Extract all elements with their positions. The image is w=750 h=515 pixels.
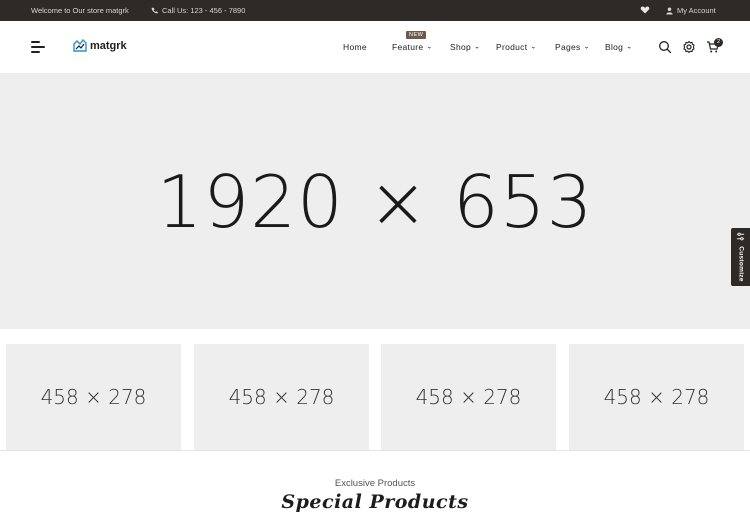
banner-placeholder-text: 458 × 278 [228,385,335,409]
hero-placeholder-text: 1920 × 653 [156,160,594,244]
section-title: Special Products [281,491,469,513]
nav-pages[interactable]: Pages ⌄ [555,42,590,52]
nav-home[interactable]: Home [343,42,367,52]
phone-icon [151,7,158,14]
promo-banner-4[interactable]: 458 × 278 [569,344,744,450]
nav-product[interactable]: Product ⌄ [496,42,537,52]
search-icon[interactable] [658,40,672,54]
welcome-text: Welcome to Our store matgrk [31,6,129,15]
promo-banner-2[interactable]: 458 × 278 [194,344,369,450]
site-logo[interactable]: matgrk [73,39,127,52]
nav-label: Feature [392,42,424,52]
top-bar: Welcome to Our store matgrk Call Us: 123… [0,0,750,21]
customize-tab[interactable]: Customize [731,228,750,286]
logo-text: matgrk [90,39,127,52]
nav-blog[interactable]: Blog ⌄ [605,42,632,52]
banner-placeholder-text: 458 × 278 [415,385,522,409]
wishlist-heart-icon[interactable] [640,5,650,15]
user-icon [666,7,673,14]
phone-text: Call Us: 123 - 456 - 7890 [162,6,246,15]
menu-hamburger-icon[interactable] [31,41,45,53]
nav-shop[interactable]: Shop ⌄ [450,42,480,52]
chevron-down-icon: ⌄ [626,43,633,51]
customize-label: Customize [737,246,744,282]
section-subtitle: Exclusive Products [334,478,416,489]
nav-label: Product [496,42,528,52]
nav-label: Pages [555,42,581,52]
logo-mark-icon [73,39,87,52]
sliders-icon [736,232,745,241]
hero-banner[interactable]: 1920 × 653 [0,73,750,329]
nav-feature[interactable]: Feature ⌄ [392,42,433,52]
nav-label: Shop [450,42,472,52]
section-divider [0,450,750,451]
promo-banner-1[interactable]: 458 × 278 [6,344,181,450]
main-header: matgrk Home Feature ⌄ NEW Shop ⌄ Product… [0,21,750,73]
my-account-text: My Account [677,6,716,15]
nav-label: Home [343,42,367,52]
chevron-down-icon: ⌄ [530,43,537,51]
banner-placeholder-text: 458 × 278 [40,385,147,409]
promo-banner-3[interactable]: 458 × 278 [381,344,556,450]
cart-count-badge: 2 [714,38,723,47]
settings-gear-icon[interactable] [682,40,696,54]
chevron-down-icon: ⌄ [426,43,433,51]
banner-placeholder-text: 458 × 278 [603,385,710,409]
new-badge: NEW [406,31,427,39]
chevron-down-icon: ⌄ [474,43,481,51]
my-account-link[interactable]: My Account [666,6,716,15]
nav-label: Blog [605,42,624,52]
phone-info: Call Us: 123 - 456 - 7890 [151,6,245,15]
chevron-down-icon: ⌄ [583,43,590,51]
